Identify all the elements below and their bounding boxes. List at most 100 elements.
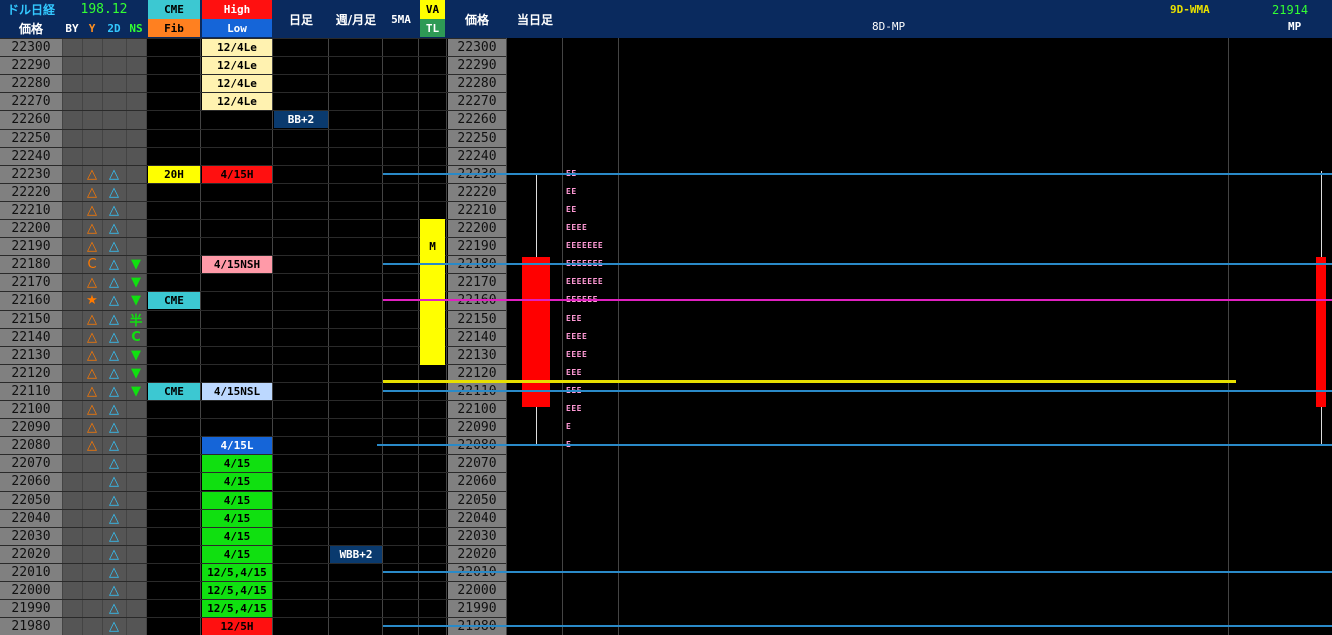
triangle-down-icon: ▼ [131,365,141,381]
high-low-level: 12/5,4/15 [202,600,272,618]
price-cell: 22280 [11,75,51,91]
price-cell: 22040 [11,510,51,526]
mp-candle-body [1316,257,1326,407]
price-cell-right: 22210 [457,202,497,218]
9d-wma-label: 9D-WMA [1170,3,1210,16]
triangle-up-icon: △ [109,365,119,381]
level-line [383,625,1332,627]
high-low-level: 4/15NSL [202,383,272,401]
value-area-block [420,346,445,365]
price-cell-right: 21990 [457,600,497,616]
ns-mark: C [131,329,141,345]
level-line [383,263,1332,265]
price-cell: 22060 [11,473,51,489]
triangle-up-icon: △ [87,329,97,345]
tl-header: TL [420,19,445,37]
ns-header: NS [129,22,143,35]
triangle-up-icon: △ [109,166,119,182]
price-cell: 22160 [11,292,51,308]
high-low-level: 4/15 [202,473,272,491]
row-divider [0,129,506,130]
triangle-up-icon: △ [109,473,119,489]
triangle-up-icon: △ [87,437,97,453]
triangle-down-icon: ▼ [131,256,141,272]
tpo-letters: EEE [566,368,582,377]
high-low-level: 12/4Le [202,93,272,111]
high-low-level: 4/15 [202,455,272,473]
high-low-level: 4/15 [202,510,272,528]
pair-label: ドル日経 [6,3,55,17]
triangle-up-icon: △ [87,311,97,327]
high-low-level: 12/4Le [202,75,272,93]
daily-header: 日足 [288,12,313,27]
price-cell-right: 22250 [457,130,497,146]
triangle-up-icon: △ [109,401,119,417]
price-cell: 22120 [11,365,51,381]
low-header: Low [202,19,272,37]
price-cell: 22250 [11,130,51,146]
tpo-letters: EEEE [566,223,588,232]
triangle-up-icon: △ [87,383,97,399]
price-cell: 22030 [11,528,51,544]
price-cell: 22190 [11,238,51,254]
triangle-up-icon: △ [87,238,97,254]
value-area-block [420,310,445,329]
price-cell: 22270 [11,93,51,109]
high-low-level: 12/5H [202,618,272,635]
level-line [383,173,1332,175]
triangle-down-icon: ▼ [131,292,141,308]
price-cell-right: 22030 [457,528,497,544]
tpo-letters: EEEEEEE [566,259,603,277]
column-divider [1228,38,1229,635]
price-cell: 22130 [11,347,51,363]
row-divider [0,183,506,184]
triangle-up-icon: △ [87,274,97,290]
price-cell-right: 22300 [457,39,497,55]
price-cell-right: 22190 [457,238,497,254]
by-header: BY [65,22,79,35]
weekly-level: WBB+2 [330,546,382,564]
value-area-block [420,219,445,238]
price-cell: 22090 [11,419,51,435]
row-divider [0,110,506,111]
mp-label: MP [1288,20,1302,33]
tpo-letters: EEE [566,314,582,323]
price-cell-right: 22140 [457,329,497,345]
price-cell: 22150 [11,311,51,327]
c-mark: C [87,256,97,272]
price-ladder-grid: 22300 22300 22290 22290 22280 22280 22270 22270… [0,38,1332,635]
price-cell: 22290 [11,57,51,73]
price-cell-right: 22150 [457,311,497,327]
level-line [383,390,1332,392]
tpo-letters: EEEE [566,332,588,341]
price-cell: 22000 [11,582,51,598]
price-cell-right: 22170 [457,274,497,290]
triangle-down-icon: ▼ [131,347,141,363]
trading-ladder-screen: ドル日経 198.12 価格 BY Y 2D NS CME Fib High L… [0,0,1332,635]
triangle-up-icon: △ [109,274,119,290]
triangle-up-icon: △ [109,311,119,327]
row-divider [0,201,506,202]
price-cell: 22230 [11,166,51,182]
price-cell-right: 22290 [457,57,497,73]
price2-header: 価格 [464,12,489,27]
tpo-letters: E [566,422,572,431]
5ma-header: 5MA [391,12,411,26]
price-cell: 21980 [11,618,51,634]
triangle-up-icon: △ [109,256,119,272]
price-cell: 22070 [11,455,51,471]
price-cell: 22100 [11,401,51,417]
price-cell: 22080 [11,437,51,453]
tpo-letters: EEE [566,386,582,404]
row-divider [0,400,506,401]
level-line [383,299,1332,301]
triangle-up-icon: △ [109,492,119,508]
daily-level: BB+2 [274,111,328,129]
triangle-up-icon: △ [109,202,119,218]
triangle-up-icon: △ [87,220,97,236]
price-cell: 22140 [11,329,51,345]
row-divider [0,147,506,148]
high-low-level: 12/4Le [202,57,272,75]
triangle-up-icon: △ [87,184,97,200]
price-cell-right: 22020 [457,546,497,562]
